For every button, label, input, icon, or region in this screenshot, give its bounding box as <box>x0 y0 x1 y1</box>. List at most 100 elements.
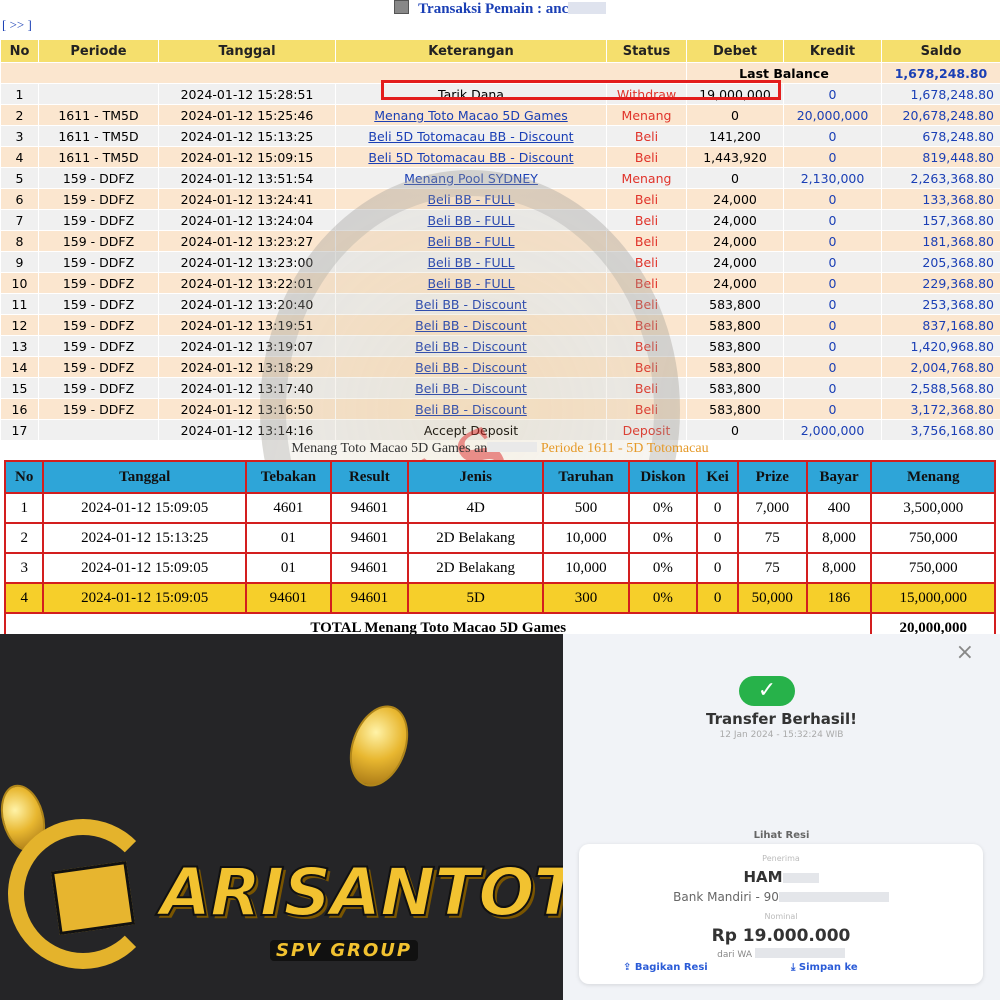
menang-row: 3 2024-01-12 15:09:05 01 94601 2D Belakang 10… <box>3 552 996 584</box>
cell-ket[interactable]: Beli BB - Discount <box>335 293 607 315</box>
download-icon: ⤓ <box>791 962 796 973</box>
cell-ket[interactable]: Beli BB - FULL <box>335 188 607 210</box>
cell-ket[interactable]: Beli BB - Discount <box>335 314 607 336</box>
cell-periode: 159 - DDFZ <box>38 314 159 336</box>
cell-periode: 159 - DDFZ <box>38 356 159 378</box>
cell-ket[interactable]: Menang Toto Macao 5D Games <box>335 104 607 126</box>
cell-prize: 7,000 <box>736 492 808 524</box>
cell-no: 7 <box>0 209 39 231</box>
cell-menang: 15,000,000 <box>870 582 996 614</box>
cell-no: 15 <box>0 377 39 399</box>
cell-tebakan: 4601 <box>244 492 332 524</box>
cell-ket[interactable]: Menang Pool SYDNEY <box>335 167 607 189</box>
last-balance-label: Last Balance <box>686 62 882 84</box>
cell-ket[interactable]: Beli 5D Totomacau BB - Discount <box>335 125 607 147</box>
cell-saldo: 181,368.80 <box>881 230 1000 252</box>
cell-no: 10 <box>0 272 39 294</box>
cell-jenis: 2D Belakang <box>406 552 545 584</box>
transaction-header-row: No Periode Tanggal Keterangan Status Deb… <box>0 39 1000 63</box>
transaction-row: 17 2024-01-12 13:14:16 Accept Deposit Depos… <box>0 419 1000 441</box>
cell-debet: 24,000 <box>686 188 784 210</box>
share-icon: ⇪ <box>623 962 632 973</box>
cell-debet: 141,200 <box>686 125 784 147</box>
cell-periode <box>38 419 159 441</box>
col-header: Periode <box>38 39 159 63</box>
cell-no: 13 <box>0 335 39 357</box>
cell-ket[interactable]: Beli BB - Discount <box>335 377 607 399</box>
col-header: Status <box>606 39 687 63</box>
cell-prize: 75 <box>736 552 808 584</box>
cell-periode: 1611 - TM5D <box>38 104 159 126</box>
cell-kredit: 0 <box>783 188 882 210</box>
col-header: No <box>0 39 39 63</box>
cell-no: 12 <box>0 314 39 336</box>
brand-panel: ARISANTOTO SPV GROUP <box>0 634 563 1000</box>
cell-no: 3 <box>3 552 45 584</box>
cell-ket[interactable]: Beli BB - Discount <box>335 356 607 378</box>
expand-link[interactable]: [ >> ] <box>2 17 32 33</box>
transaction-row: 9 159 - DDFZ 2024-01-12 13:23:00 Beli BB - … <box>0 251 1000 273</box>
cell-tanggal: 2024-01-12 15:09:05 <box>42 552 247 584</box>
cell-tanggal: 2024-01-12 13:24:41 <box>158 188 336 210</box>
cell-kredit: 0 <box>783 83 882 105</box>
cell-jenis: 4D <box>406 492 545 524</box>
cell-tanggal: 2024-01-12 15:09:15 <box>158 146 336 168</box>
cell-ket[interactable]: Beli BB - FULL <box>335 209 607 231</box>
transaction-row: 15 159 - DDFZ 2024-01-12 13:17:40 Beli BB -… <box>0 377 1000 399</box>
transaction-row: 14 159 - DDFZ 2024-01-12 13:18:29 Beli BB -… <box>0 356 1000 378</box>
cell-saldo: 3,756,168.80 <box>881 419 1000 441</box>
cell-saldo: 837,168.80 <box>881 314 1000 336</box>
cell-tanggal: 2024-01-12 13:23:00 <box>158 251 336 273</box>
printer-icon <box>393 0 409 14</box>
transaction-row: 7 159 - DDFZ 2024-01-12 13:24:04 Beli BB - … <box>0 209 1000 231</box>
gold-coin-icon <box>339 697 419 795</box>
cell-debet: 24,000 <box>686 251 784 273</box>
sender-info: dari WA <box>579 948 983 960</box>
cell-status: Beli <box>606 335 687 357</box>
cell-ket: Accept Deposit <box>335 419 607 441</box>
cell-saldo: 20,678,248.80 <box>881 104 1000 126</box>
menang-header-row: No Tanggal Tebakan Result Jenis Taruhan … <box>3 460 996 494</box>
cell-kredit: 0 <box>783 377 882 399</box>
cell-status: Beli <box>606 377 687 399</box>
cell-diskon: 0% <box>627 552 699 584</box>
cell-bayar: 8,000 <box>805 552 873 584</box>
cell-tanggal: 2024-01-12 15:09:05 <box>42 492 247 524</box>
cell-tanggal: 2024-01-12 13:22:01 <box>158 272 336 294</box>
cell-periode: 159 - DDFZ <box>38 293 159 315</box>
cell-tanggal: 2024-01-12 13:24:04 <box>158 209 336 231</box>
cell-tanggal: 2024-01-12 13:19:07 <box>158 335 336 357</box>
lihat-resi-link[interactable]: Lihat Resi <box>563 830 1000 841</box>
cell-result: 94601 <box>329 582 409 614</box>
save-receipt-button[interactable]: ⤓ Simpan ke <box>791 962 858 973</box>
cell-ket[interactable]: Beli BB - FULL <box>335 272 607 294</box>
col-header: Prize <box>736 460 808 494</box>
cell-periode: 159 - DDFZ <box>38 230 159 252</box>
cell-saldo: 133,368.80 <box>881 188 1000 210</box>
cell-tanggal: 2024-01-12 13:23:27 <box>158 230 336 252</box>
cell-ket[interactable]: Beli BB - FULL <box>335 230 607 252</box>
cell-no: 9 <box>0 251 39 273</box>
share-receipt-button[interactable]: ⇪ Bagikan Resi <box>623 962 708 973</box>
cell-debet: 583,800 <box>686 314 784 336</box>
cell-status: Beli <box>606 293 687 315</box>
recipient-name-text: HAM <box>743 868 783 886</box>
transaction-row: 1 2024-01-12 15:28:51 Tarik Dana Withdraw 19… <box>0 83 1000 105</box>
close-icon[interactable]: × <box>956 640 974 665</box>
cell-periode: 1611 - TM5D <box>38 146 159 168</box>
cell-kredit: 0 <box>783 230 882 252</box>
brand-sub-text: SPV GROUP <box>270 940 419 961</box>
cell-ket[interactable]: Beli BB - Discount <box>335 398 607 420</box>
col-header: Keterangan <box>335 39 607 63</box>
blurred-username <box>568 2 607 14</box>
cell-ket[interactable]: Beli 5D Totomacau BB - Discount <box>335 146 607 168</box>
cell-bayar: 186 <box>805 582 873 614</box>
cell-ket[interactable]: Beli BB - FULL <box>335 251 607 273</box>
cell-status: Menang <box>606 104 687 126</box>
cell-status: Beli <box>606 314 687 336</box>
cell-periode: 159 - DDFZ <box>38 335 159 357</box>
cell-status: Beli <box>606 125 687 147</box>
cell-periode <box>38 83 159 105</box>
cell-status: Beli <box>606 230 687 252</box>
cell-ket[interactable]: Beli BB - Discount <box>335 335 607 357</box>
